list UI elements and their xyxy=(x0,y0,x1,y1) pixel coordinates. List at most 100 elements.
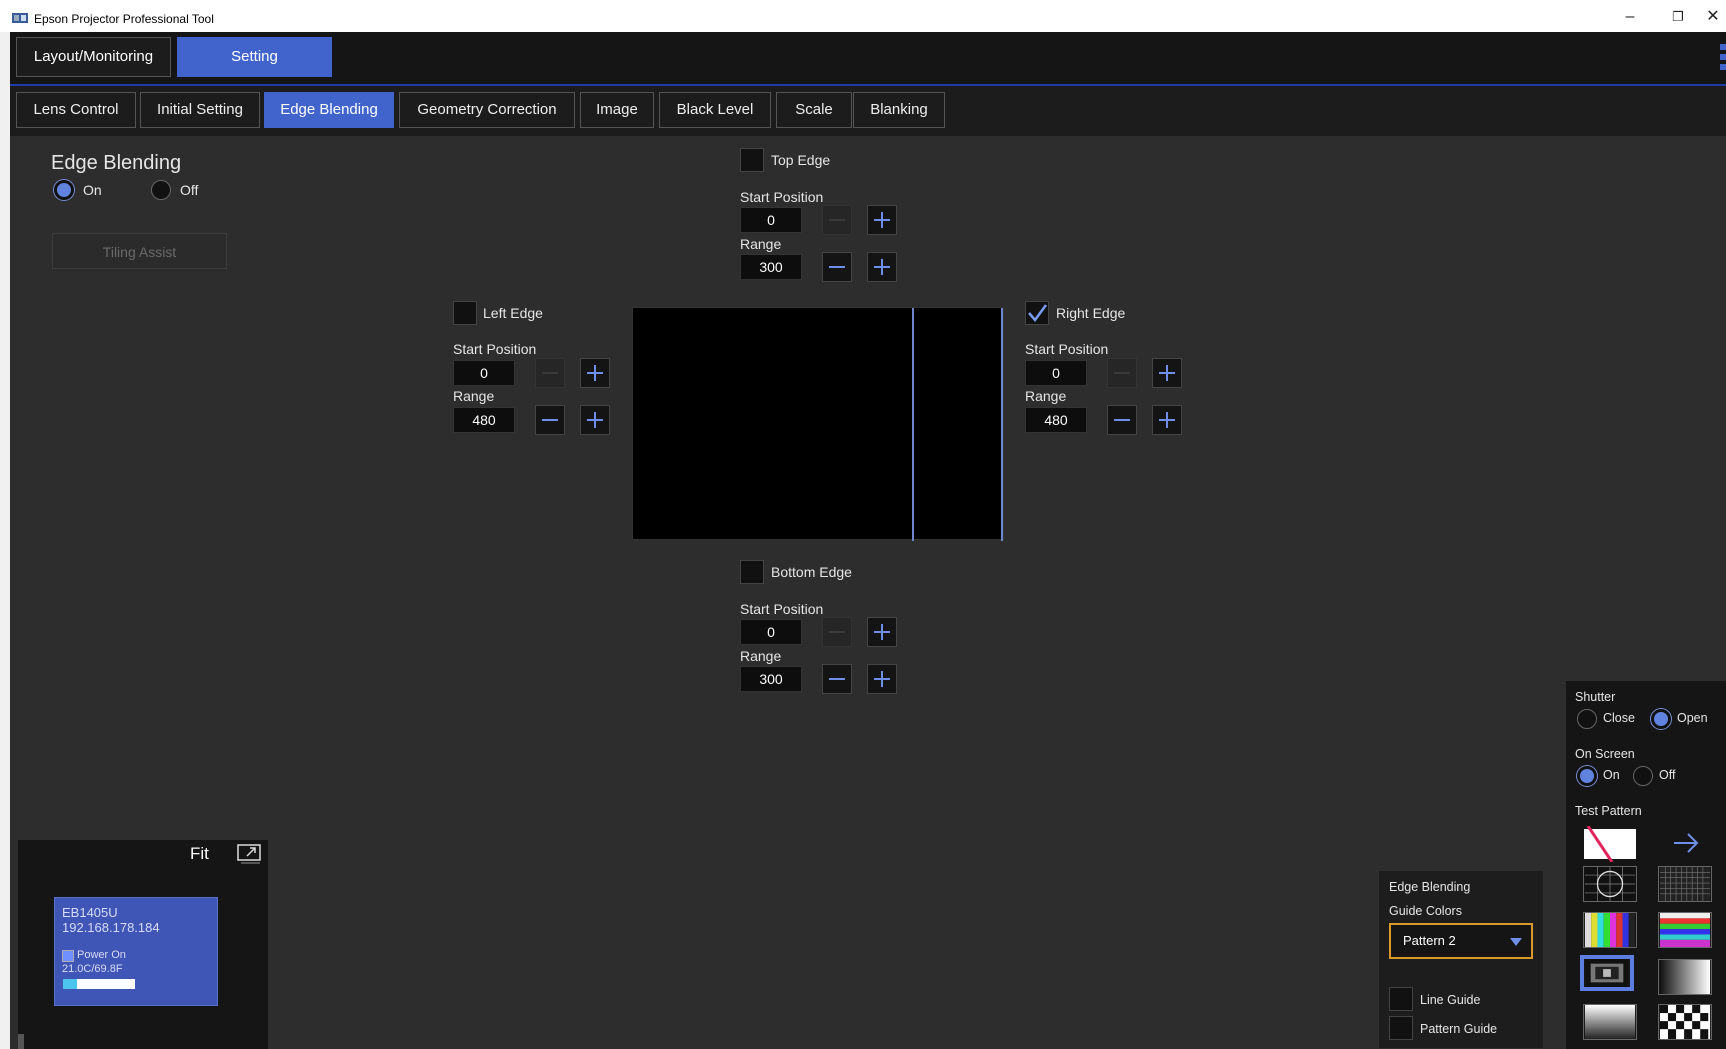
right-start-input[interactable]: 0 xyxy=(1025,360,1087,386)
tab-lens-control[interactable]: Lens Control xyxy=(16,92,136,128)
window-title: Epson Projector Professional Tool xyxy=(34,12,214,26)
left-start-decrease-button[interactable] xyxy=(535,358,565,388)
top-start-decrease-button[interactable] xyxy=(822,205,852,235)
on-screen-on-radio[interactable] xyxy=(1577,766,1597,786)
color-bars-pattern-icon[interactable] xyxy=(1583,912,1637,948)
top-start-label: Start Position xyxy=(740,189,824,205)
horizontal-gradient-pattern-icon[interactable] xyxy=(1658,959,1712,995)
test-pattern-label: Test Pattern xyxy=(1575,804,1642,818)
right-edge-checkbox[interactable] xyxy=(1025,301,1049,325)
projector-card[interactable]: EB1405U 192.168.178.184 Power On 21.0C/6… xyxy=(54,897,218,1006)
bottom-start-input[interactable]: 0 xyxy=(740,619,802,645)
close-icon[interactable]: ✕ xyxy=(1700,4,1726,30)
top-edge-label: Top Edge xyxy=(771,152,831,168)
right-range-increase-button[interactable] xyxy=(1152,405,1182,435)
tab-setting[interactable]: Setting xyxy=(177,37,332,77)
bottom-start-decrease-button[interactable] xyxy=(822,617,852,647)
right-edge-blend-line xyxy=(912,308,914,541)
left-start-label: Start Position xyxy=(453,341,537,357)
tab-edge-blending[interactable]: Edge Blending xyxy=(264,92,394,128)
top-range-label: Range xyxy=(740,236,782,252)
minus-icon xyxy=(829,631,845,633)
circle-grid-pattern-icon[interactable] xyxy=(1583,866,1637,902)
top-range-increase-button[interactable] xyxy=(867,252,897,282)
right-range-decrease-button[interactable] xyxy=(1107,405,1137,435)
top-edge-checkbox[interactable] xyxy=(740,148,764,172)
power-status: Power On xyxy=(77,949,126,961)
plus-icon xyxy=(874,259,890,275)
minus-icon xyxy=(1114,419,1130,421)
line-guide-checkbox[interactable] xyxy=(1389,987,1413,1011)
shutter-close-radio[interactable] xyxy=(1577,709,1597,729)
grid-pattern-icon[interactable] xyxy=(1658,866,1712,902)
tab-geometry-correction[interactable]: Geometry Correction xyxy=(399,92,575,128)
bottom-range-increase-button[interactable] xyxy=(867,664,897,694)
right-start-increase-button[interactable] xyxy=(1152,358,1182,388)
plus-icon xyxy=(1159,412,1175,428)
top-range-decrease-button[interactable] xyxy=(822,252,852,282)
left-start-input[interactable]: 0 xyxy=(453,360,515,386)
layout-scrollbar[interactable] xyxy=(18,1034,24,1049)
pattern-guide-label: Pattern Guide xyxy=(1420,1022,1498,1036)
on-screen-on-label: On xyxy=(1603,768,1620,782)
cross-hatch-pattern-icon[interactable] xyxy=(1580,955,1634,991)
minimize-icon[interactable]: – xyxy=(1610,4,1650,30)
bottom-range-input[interactable]: 300 xyxy=(740,666,802,692)
tab-black-level[interactable]: Black Level xyxy=(659,92,771,128)
blending-preview xyxy=(632,307,1004,541)
tab-initial-setting[interactable]: Initial Setting xyxy=(140,92,260,128)
bottom-edge-checkbox[interactable] xyxy=(740,560,764,584)
projector-progress-fill xyxy=(63,979,78,989)
edge-blending-on-radio[interactable] xyxy=(54,180,74,200)
app-icon xyxy=(12,13,28,23)
top-start-increase-button[interactable] xyxy=(867,205,897,235)
expand-icon[interactable] xyxy=(237,844,261,864)
bottom-range-decrease-button[interactable] xyxy=(822,664,852,694)
edge-blending-on-label: On xyxy=(83,182,102,198)
shutter-open-radio[interactable] xyxy=(1651,709,1671,729)
left-start-increase-button[interactable] xyxy=(580,358,610,388)
next-arrow-icon[interactable] xyxy=(1672,832,1700,854)
off-pattern-icon[interactable] xyxy=(1584,826,1638,862)
tab-image[interactable]: Image xyxy=(580,92,654,128)
left-edge-label: Left Edge xyxy=(483,305,543,321)
left-range-increase-button[interactable] xyxy=(580,405,610,435)
tab-blanking[interactable]: Blanking xyxy=(853,92,945,128)
guide-colors-dropdown[interactable]: Pattern 2 xyxy=(1389,923,1533,959)
tiling-assist-button[interactable]: Tiling Assist xyxy=(52,233,227,269)
plus-icon xyxy=(587,365,603,381)
top-range-input[interactable]: 300 xyxy=(740,254,802,280)
right-start-decrease-button[interactable] xyxy=(1107,358,1137,388)
guide-colors-label: Guide Colors xyxy=(1389,904,1462,918)
menu-icon[interactable] xyxy=(1720,44,1726,74)
minus-icon xyxy=(1114,372,1130,374)
power-status-icon xyxy=(62,950,74,962)
tab-layout-monitoring[interactable]: Layout/Monitoring xyxy=(16,37,171,77)
on-screen-off-radio[interactable] xyxy=(1633,766,1653,786)
minus-icon xyxy=(542,372,558,374)
left-range-input[interactable]: 480 xyxy=(453,407,515,433)
right-range-input[interactable]: 480 xyxy=(1025,407,1087,433)
bottom-start-increase-button[interactable] xyxy=(867,617,897,647)
plus-icon xyxy=(874,624,890,640)
left-range-decrease-button[interactable] xyxy=(535,405,565,435)
shutter-open-label: Open xyxy=(1677,711,1708,725)
checkerboard-pattern-icon[interactable] xyxy=(1658,1004,1712,1040)
top-start-input[interactable]: 0 xyxy=(740,207,802,233)
fit-button[interactable]: Fit xyxy=(190,844,209,864)
right-range-label: Range xyxy=(1025,388,1067,404)
bottom-start-label: Start Position xyxy=(740,601,824,617)
minus-icon xyxy=(829,266,845,268)
window-left-border xyxy=(0,32,10,1049)
left-edge-checkbox[interactable] xyxy=(453,301,477,325)
right-start-label: Start Position xyxy=(1025,341,1109,357)
rgb-stripes-pattern-icon[interactable] xyxy=(1658,912,1712,948)
pattern-guide-checkbox[interactable] xyxy=(1389,1016,1413,1040)
edge-blending-off-radio[interactable] xyxy=(151,180,171,200)
right-edge-label: Right Edge xyxy=(1056,305,1126,321)
tab-scale[interactable]: Scale xyxy=(776,92,852,128)
vertical-gradient-pattern-icon[interactable] xyxy=(1583,1004,1637,1040)
restore-icon[interactable]: ❐ xyxy=(1658,4,1698,30)
projector-progress-bar xyxy=(63,979,135,989)
shutter-close-label: Close xyxy=(1603,711,1635,725)
